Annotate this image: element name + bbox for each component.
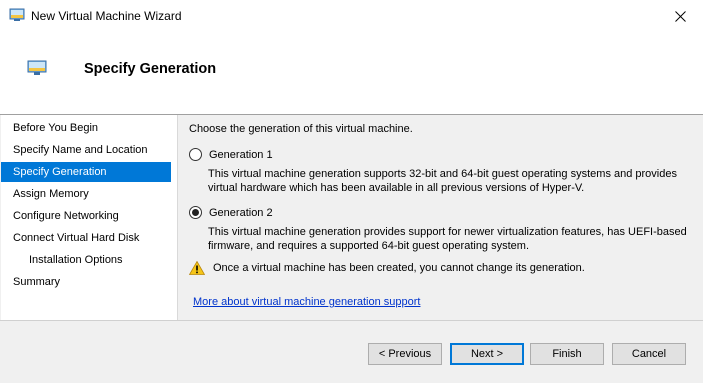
sidebar-item-summary[interactable]: Summary (1, 272, 171, 292)
sidebar-item-specify-generation[interactable]: Specify Generation (1, 162, 171, 182)
sidebar-item-name-location[interactable]: Specify Name and Location (1, 140, 171, 160)
generation-2-description: This virtual machine generation provides… (208, 226, 687, 252)
wizard-header: Specify Generation (0, 32, 703, 114)
generation-2-radio[interactable] (189, 206, 202, 219)
footer-divider (0, 320, 703, 321)
sidebar-item-before-you-begin[interactable]: Before You Begin (1, 118, 171, 138)
generation-help-link[interactable]: More about virtual machine generation su… (193, 296, 420, 308)
warning-icon (189, 261, 205, 275)
previous-button[interactable]: < Previous (368, 343, 442, 365)
generation-1-option[interactable]: Generation 1 (189, 148, 273, 161)
main-content: Choose the generation of this virtual ma… (178, 115, 703, 320)
intro-text: Choose the generation of this virtual ma… (189, 123, 413, 135)
window-title: New Virtual Machine Wizard (31, 9, 182, 23)
vm-monitor-icon (27, 60, 47, 75)
sidebar-item-configure-networking[interactable]: Configure Networking (1, 206, 171, 226)
close-icon[interactable] (674, 10, 686, 22)
sidebar-item-assign-memory[interactable]: Assign Memory (1, 184, 171, 204)
page-title: Specify Generation (84, 61, 217, 77)
warning-text: Once a virtual machine has been created,… (213, 262, 585, 274)
wizard-steps-sidebar: Before You Begin Specify Name and Locati… (1, 115, 178, 320)
title-bar: New Virtual Machine Wizard (0, 0, 703, 33)
generation-1-label[interactable]: Generation 1 (209, 149, 273, 161)
generation-1-radio[interactable] (189, 148, 202, 161)
generation-1-description: This virtual machine generation supports… (208, 168, 677, 194)
close-button[interactable] (657, 0, 703, 32)
warning-message: Once a virtual machine has been created,… (189, 261, 585, 275)
sidebar-item-virtual-hard-disk[interactable]: Connect Virtual Hard Disk (1, 228, 171, 248)
vm-window-icon (9, 8, 25, 21)
cancel-button[interactable]: Cancel (612, 343, 686, 365)
generation-2-option[interactable]: Generation 2 (189, 206, 273, 219)
sidebar-item-installation-options[interactable]: Installation Options (1, 250, 171, 270)
next-button[interactable]: Next > (450, 343, 524, 365)
generation-2-label[interactable]: Generation 2 (209, 207, 273, 219)
finish-button[interactable]: Finish (530, 343, 604, 365)
